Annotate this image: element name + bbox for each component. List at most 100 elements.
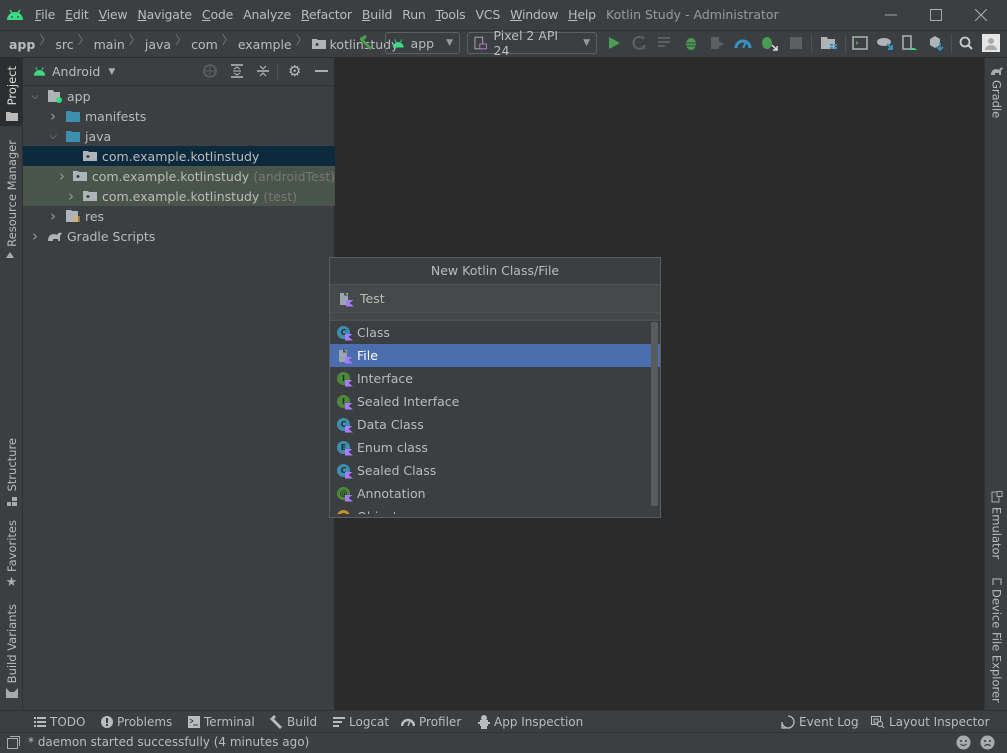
tool-tab-project[interactable]: Project (0, 58, 23, 126)
tool-tab-gradle[interactable]: Gradle (985, 66, 1007, 126)
kind-option-file[interactable]: File (330, 344, 660, 367)
apply-changes-button[interactable]: A (630, 33, 650, 53)
maximize-button[interactable] (913, 0, 958, 30)
main-menu: File Edit View Navigate Code Analyze Refactor B… (30, 0, 601, 30)
menu-run[interactable]: Run (397, 0, 430, 30)
kind-option-class[interactable]: C Class (330, 321, 650, 344)
menu-tools[interactable]: Tools (431, 0, 471, 30)
tool-tab-device-file-explorer[interactable]: Device File Explorer (985, 578, 1007, 703)
feedback-sad-button[interactable] (980, 735, 995, 753)
chevron-right-icon[interactable]: › (47, 207, 59, 225)
app-inspection-icon (478, 715, 490, 729)
menu-view[interactable]: View (94, 0, 133, 30)
tool-tab-structure[interactable]: Structure (0, 438, 23, 508)
locate-button[interactable] (203, 64, 217, 81)
breadcrumb-item[interactable]: com (191, 31, 218, 57)
tree-node[interactable]: ⌵ app (23, 86, 335, 106)
toggle-tool-windows-button[interactable] (7, 736, 20, 752)
chevron-down-icon[interactable]: ⌵ (47, 131, 59, 142)
tree-node[interactable]: › res (23, 206, 335, 226)
device-dropdown[interactable]: Pixel 2 API 24 ▼ (467, 28, 597, 58)
menu-code[interactable]: Code (197, 0, 238, 30)
make-project-button[interactable] (356, 33, 376, 53)
attach-debugger-process-button[interactable] (759, 33, 779, 53)
tree-node[interactable]: › com.example.kotlinstudy (test) (23, 186, 335, 206)
view-mode-dropdown[interactable]: Android ▼ (23, 58, 115, 86)
kind-option-annotation[interactable]: @ Annotation (330, 482, 650, 505)
menu-refactor[interactable]: Refactor (296, 0, 357, 30)
menu-edit[interactable]: Edit (60, 0, 93, 30)
collapse-all-button[interactable] (256, 64, 270, 81)
menu-help[interactable]: Help (563, 0, 601, 30)
breadcrumb-item[interactable]: main (94, 31, 125, 57)
menu-build[interactable]: Build (357, 0, 397, 30)
name-input-value: Test (360, 291, 385, 306)
bottom-tab-event-log[interactable]: Event Log (781, 711, 859, 733)
bottom-tab-problems[interactable]: Problems (101, 711, 172, 733)
status-message[interactable]: * daemon started successfully (4 minutes… (28, 735, 309, 749)
kind-option-object[interactable]: O Object (330, 505, 650, 514)
build-variants-icon (5, 688, 18, 699)
kind-option-enum-class[interactable]: E Enum class (330, 436, 650, 459)
sdk-download-button[interactable] (926, 33, 946, 53)
kind-option-sealed-class[interactable]: C Sealed Class (330, 459, 650, 482)
breadcrumb-item[interactable]: example (238, 31, 292, 57)
tool-tab-build-variants[interactable]: Build Variants (0, 604, 23, 700)
tool-tab-emulator[interactable]: Emulator (985, 491, 1007, 561)
sdk-manager-button[interactable] (850, 33, 870, 53)
tree-node[interactable]: com.example.kotlinstudy (23, 146, 335, 166)
kind-option-data-class[interactable]: C Data Class (330, 413, 650, 436)
breadcrumb-item[interactable]: java (145, 31, 171, 57)
run-config-dropdown[interactable]: app ▼ (385, 32, 460, 54)
breadcrumb-item[interactable]: src (55, 31, 73, 57)
menu-analyze[interactable]: Analyze (238, 0, 296, 30)
attach-debugger-button[interactable] (707, 33, 727, 53)
account-button[interactable] (982, 34, 1000, 52)
menu-navigate[interactable]: Navigate (132, 0, 196, 30)
bottom-tab-terminal[interactable]: Terminal (188, 711, 255, 733)
chevron-right-icon[interactable]: › (57, 167, 67, 185)
bottom-tab-logcat[interactable]: Logcat (333, 711, 389, 733)
tree-node[interactable]: › Gradle Scripts (23, 226, 335, 246)
close-button[interactable] (958, 0, 1003, 30)
tool-tab-resource-manager[interactable]: Resource Manager (0, 140, 23, 258)
bottom-tab-layout-inspector[interactable]: Layout Inspector (871, 711, 990, 733)
stop-button[interactable] (786, 33, 806, 53)
search-button[interactable] (956, 33, 976, 53)
profile-icon (734, 39, 752, 49)
name-input[interactable]: Test (330, 285, 660, 313)
tree-node[interactable]: › manifests (23, 106, 335, 126)
tool-tab-favorites[interactable]: Favorites ★ (0, 520, 23, 592)
menu-vcs[interactable]: VCS (470, 0, 505, 30)
feedback-happy-button[interactable] (956, 735, 971, 753)
bottom-tab-build[interactable]: Build (269, 711, 317, 733)
hide-button[interactable] (315, 64, 328, 81)
debug-button[interactable] (681, 33, 701, 53)
bottom-tab-app-inspection[interactable]: App Inspection (478, 711, 583, 733)
bottom-tab-todo[interactable]: TODO (34, 711, 85, 733)
breadcrumb-item[interactable]: app (9, 31, 35, 57)
kind-list-scrollbar[interactable] (651, 322, 658, 506)
chevron-down-icon[interactable]: ⌵ (29, 91, 41, 102)
kind-option-sealed-interface[interactable]: I Sealed Interface (330, 390, 650, 413)
menu-window[interactable]: Window (505, 0, 563, 30)
chevron-right-icon[interactable]: › (47, 107, 59, 125)
chevron-right-icon[interactable]: › (29, 227, 41, 245)
expand-all-button[interactable] (230, 64, 244, 81)
avd-manager-button[interactable] (900, 33, 920, 53)
tree-node[interactable]: ⌵ java (23, 126, 335, 146)
minimize-button[interactable] (868, 0, 913, 30)
chevron-right-icon[interactable]: › (65, 187, 77, 205)
bottom-tab-profiler[interactable]: Profiler (401, 711, 461, 733)
profile-button[interactable] (733, 33, 753, 53)
project-structure-button[interactable] (819, 33, 839, 53)
gradle-sync-icon (877, 38, 893, 50)
tree-node-label: app (67, 88, 91, 104)
settings-button[interactable]: ⚙ (288, 64, 301, 79)
menu-file[interactable]: File (30, 0, 60, 30)
gradle-sync-button[interactable] (875, 33, 895, 53)
apply-code-changes-button[interactable] (655, 33, 675, 53)
kind-option-interface[interactable]: I Interface (330, 367, 650, 390)
tree-node[interactable]: › com.example.kotlinstudy (androidTest) (23, 166, 335, 186)
run-button[interactable] (604, 33, 624, 53)
